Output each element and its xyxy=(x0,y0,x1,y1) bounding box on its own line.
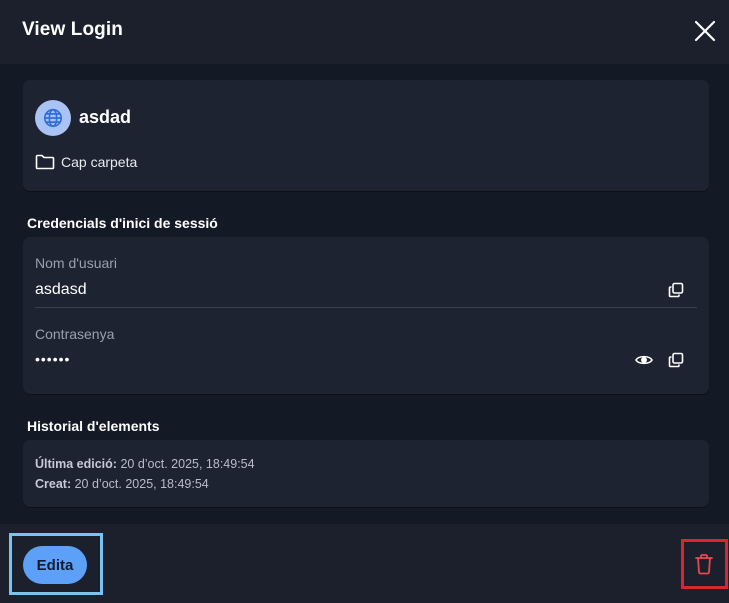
last-edited-value: 20 d’oct. 2025, 18:49:54 xyxy=(120,457,255,471)
last-edited-line: Última edició: 20 d’oct. 2025, 18:49:54 xyxy=(35,457,255,471)
username-label: Nom d'usuari xyxy=(35,255,118,271)
credentials-card: Nom d'usuari asdasd Contrasenya •••••• xyxy=(23,237,709,394)
folder-label: Cap carpeta xyxy=(61,154,138,170)
username-value[interactable]: asdasd xyxy=(35,281,87,299)
globe-icon xyxy=(43,108,63,128)
eye-icon xyxy=(635,355,653,365)
credentials-section-title: Credencials d'inici de sessió xyxy=(27,215,218,231)
history-card: Última edició: 20 d’oct. 2025, 18:49:54 … xyxy=(23,440,709,507)
item-summary-card: asdad Cap carpeta xyxy=(23,80,709,191)
created-value: 20 d’oct. 2025, 18:49:54 xyxy=(74,477,209,491)
copy-password-button[interactable] xyxy=(666,350,686,370)
folder-icon xyxy=(35,154,55,170)
field-divider xyxy=(35,307,697,308)
item-name: asdad xyxy=(79,107,132,127)
password-value[interactable]: •••••• xyxy=(35,351,70,367)
item-avatar xyxy=(35,100,71,136)
dialog-title: View Login xyxy=(22,19,123,40)
dialog-header: View Login xyxy=(0,0,729,64)
dialog-footer: Edita xyxy=(0,524,729,603)
history-section-title: Historial d'elements xyxy=(27,418,160,434)
created-label: Creat: xyxy=(35,477,72,491)
close-button[interactable] xyxy=(690,16,720,46)
dialog-content: asdad Cap carpeta Credencials d'inici de… xyxy=(0,64,729,524)
copy-icon xyxy=(668,352,684,368)
last-edited-label: Última edició: xyxy=(35,457,117,471)
copy-icon xyxy=(668,282,684,298)
trash-icon xyxy=(695,554,713,575)
password-label: Contrasenya xyxy=(35,326,115,342)
delete-button[interactable] xyxy=(691,551,717,577)
created-line: Creat: 20 d’oct. 2025, 18:49:54 xyxy=(35,477,209,491)
copy-username-button[interactable] xyxy=(666,280,686,300)
folder-row: Cap carpeta xyxy=(35,154,137,170)
close-icon xyxy=(694,20,716,42)
edit-button[interactable]: Edita xyxy=(23,546,87,584)
view-login-dialog: View Login asdad Cap carpeta Credencials… xyxy=(0,0,729,603)
show-password-button[interactable] xyxy=(634,350,654,370)
